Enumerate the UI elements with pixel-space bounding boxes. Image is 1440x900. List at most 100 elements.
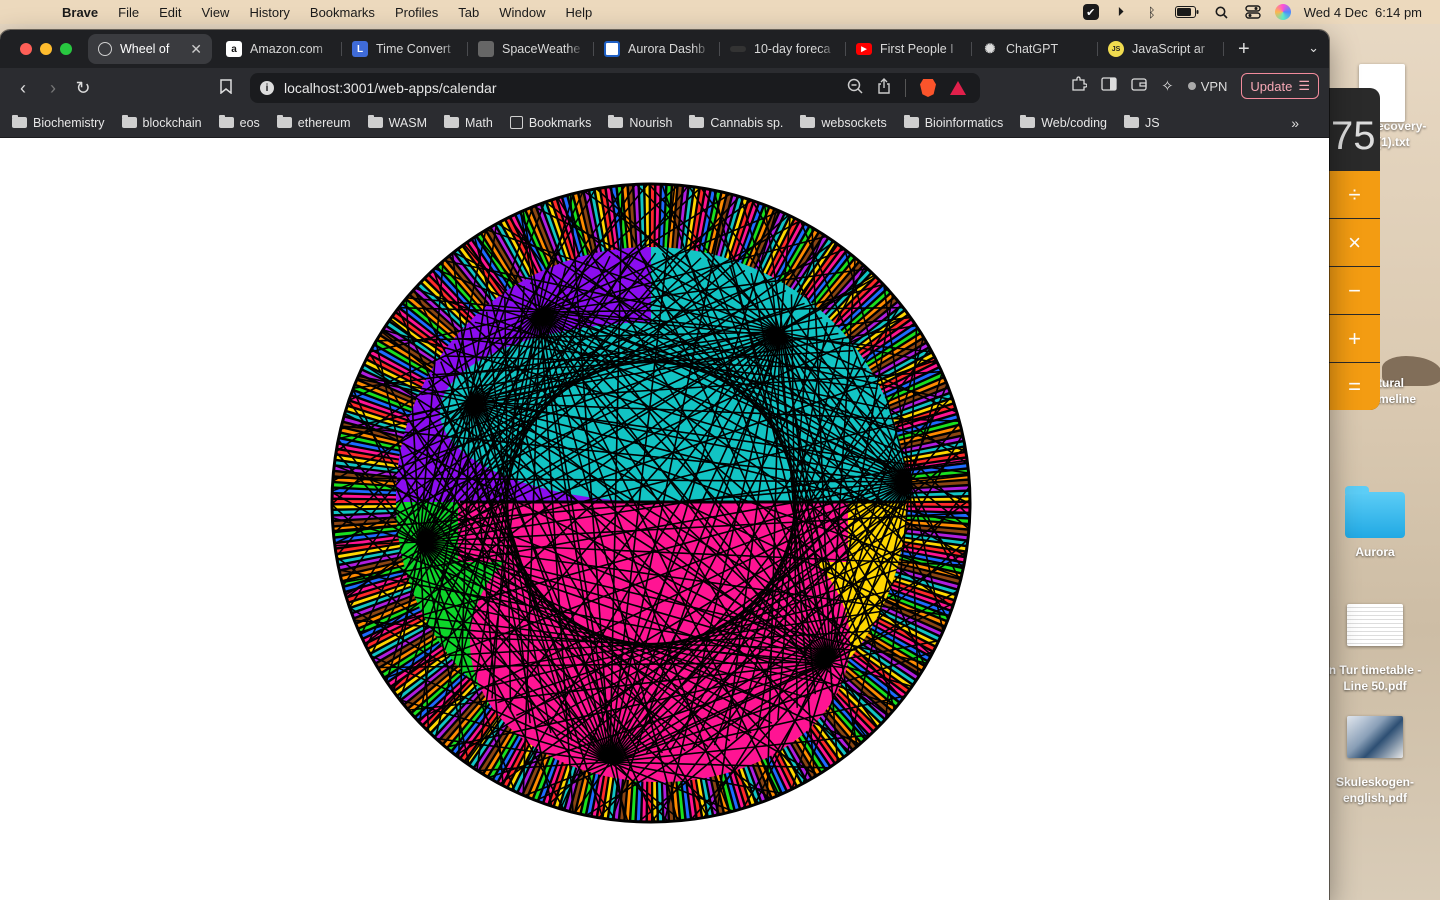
control-center-icon[interactable] xyxy=(1244,3,1262,21)
bookmark-folder-websockets[interactable]: websockets xyxy=(800,115,887,130)
menu-edit[interactable]: Edit xyxy=(149,5,191,20)
bookmark-label: Web/coding xyxy=(1041,115,1107,130)
bookmark-folder-wasm[interactable]: WASM xyxy=(367,115,427,130)
folder-icon xyxy=(367,115,383,128)
menu-bookmarks[interactable]: Bookmarks xyxy=(300,5,385,20)
tab-list-chevron-down-icon[interactable]: ⌄ xyxy=(1308,40,1319,56)
tab-aurora-dashboard[interactable]: Aurora Dashb xyxy=(594,34,720,64)
url-text[interactable]: localhost:3001/web-apps/calendar xyxy=(284,80,847,96)
tab-label: Time Convert xyxy=(376,42,451,56)
bookmark-folder-biochemistry[interactable]: Biochemistry xyxy=(12,115,105,130)
menu-window[interactable]: Window xyxy=(489,5,555,20)
bookmark-label: Cannabis sp. xyxy=(710,115,784,130)
web-page-content xyxy=(0,144,1329,900)
bookmark-folder-webcoding[interactable]: Web/coding xyxy=(1020,115,1107,130)
tab-label: JavaScript ar xyxy=(1132,42,1205,56)
folder-icon xyxy=(12,115,27,128)
close-tab-icon[interactable]: ✕ xyxy=(190,41,202,58)
minimize-window-button[interactable] xyxy=(40,43,52,55)
brave-shields-icon[interactable] xyxy=(920,79,936,97)
tab-wheel-of[interactable]: Wheel of ✕ xyxy=(88,34,212,64)
tab-amazon[interactable]: a Amazon.com xyxy=(216,34,342,64)
folder-icon xyxy=(903,115,919,128)
calculator-app[interactable]: 75 ÷ × − + = xyxy=(1329,88,1380,410)
share-icon[interactable] xyxy=(877,78,891,98)
bookmark-folder-eos[interactable]: eos xyxy=(218,115,260,130)
tab-chatgpt[interactable]: ✺ ChatGPT xyxy=(972,34,1098,64)
play-icon[interactable]: ⏵ xyxy=(1112,3,1130,21)
tab-time-converter[interactable]: L Time Convert xyxy=(342,34,468,64)
bookmark-folder-bioinformatics[interactable]: Bioinformatics xyxy=(903,115,1003,130)
brave-rewards-icon[interactable] xyxy=(950,81,966,95)
siri-icon[interactable] xyxy=(1274,4,1291,20)
update-menu-button[interactable]: Update ☰ xyxy=(1241,73,1319,99)
menu-help[interactable]: Help xyxy=(556,5,603,20)
wallet-icon[interactable] xyxy=(1131,77,1147,95)
bookmark-label: eos xyxy=(239,115,260,130)
desktop-file-timetable-pdf[interactable]: n Tur timetable - Line 50.pdf xyxy=(1320,604,1430,694)
battery-icon[interactable] xyxy=(1174,3,1200,21)
folder-icon xyxy=(121,115,137,128)
vpn-button[interactable]: VPN xyxy=(1187,78,1228,94)
back-arrow-icon[interactable]: ‹ xyxy=(8,78,38,99)
desktop-file-skuleskogen-pdf[interactable]: Skuleskogen- english.pdf xyxy=(1320,716,1430,806)
spotlight-search-icon[interactable] xyxy=(1213,3,1231,21)
menu-tab[interactable]: Tab xyxy=(448,5,489,20)
browser-window: Wheel of ✕ a Amazon.com L Time Convert S… xyxy=(0,30,1329,900)
zoom-window-button[interactable] xyxy=(60,43,72,55)
bookmark-folder-nourish[interactable]: Nourish xyxy=(608,115,672,130)
bookmark-folder-math[interactable]: Math xyxy=(444,115,493,130)
more-bookmarks-chevron-icon[interactable]: » xyxy=(1291,115,1299,131)
bookmark-bookmarks[interactable]: Bookmarks xyxy=(509,116,591,130)
tab-label: Amazon.com xyxy=(250,42,323,56)
bookmark-label: JS xyxy=(1145,115,1160,130)
tab-spaceweather[interactable]: SpaceWeathe xyxy=(468,34,594,64)
bookmark-folder-cannabis[interactable]: Cannabis sp. xyxy=(689,115,784,130)
sidebar-toggle-icon[interactable] xyxy=(1101,77,1117,95)
site-info-icon[interactable]: i xyxy=(260,81,274,95)
wheel-visualization[interactable] xyxy=(330,182,972,824)
bookmark-page-icon[interactable] xyxy=(220,79,232,99)
bookmark-folder-js[interactable]: JS xyxy=(1124,115,1160,130)
zoom-out-icon[interactable] xyxy=(847,78,863,98)
desktop-folder-aurora[interactable]: Aurora xyxy=(1320,486,1430,560)
calculator-subtract-button[interactable]: − xyxy=(1329,266,1380,314)
leo-ai-sparkle-icon[interactable]: ✧ xyxy=(1161,77,1174,95)
bluetooth-icon[interactable]: ᛒ xyxy=(1143,3,1161,21)
menu-view[interactable]: View xyxy=(192,5,240,20)
new-tab-plus-icon[interactable]: + xyxy=(1224,38,1264,61)
folder-icon xyxy=(800,115,816,128)
tab-label: Wheel of xyxy=(120,42,170,56)
tab-label: SpaceWeathe xyxy=(502,42,581,56)
menu-history[interactable]: History xyxy=(239,5,299,20)
aurora-favicon-icon xyxy=(604,41,620,57)
address-bar[interactable]: i localhost:3001/web-apps/calendar xyxy=(250,73,980,103)
folder-icon xyxy=(1345,486,1405,538)
menu-file[interactable]: File xyxy=(108,5,149,20)
vpn-label: VPN xyxy=(1200,78,1228,94)
menu-app-name[interactable]: Brave xyxy=(52,5,108,20)
calculator-divide-button[interactable]: ÷ xyxy=(1329,170,1380,218)
desktop-file-timeline[interactable]: tural meline xyxy=(1370,375,1440,407)
close-window-button[interactable] xyxy=(20,43,32,55)
checkmark-status-icon[interactable]: ✔ xyxy=(1082,4,1099,20)
update-label: Update xyxy=(1250,78,1293,94)
folder-icon xyxy=(608,115,624,128)
calculator-multiply-button[interactable]: × xyxy=(1329,218,1380,266)
pdf-file-icon xyxy=(1347,604,1403,646)
calculator-equals-button[interactable]: = xyxy=(1329,362,1380,410)
reload-icon[interactable]: ↻ xyxy=(68,78,98,99)
tab-javascript[interactable]: JS JavaScript ar xyxy=(1098,34,1224,64)
bookmark-folder-blockchain[interactable]: blockchain xyxy=(121,115,202,130)
javascript-favicon-icon: JS xyxy=(1108,41,1124,57)
forward-arrow-icon[interactable]: › xyxy=(38,78,68,99)
menu-datetime[interactable]: Wed 4 Dec 6:14 pm xyxy=(1304,5,1422,20)
tab-10-day-forecast[interactable]: 10-day foreca xyxy=(720,34,846,64)
extensions-puzzle-icon[interactable] xyxy=(1071,76,1088,96)
calculator-add-button[interactable]: + xyxy=(1329,314,1380,362)
pdf-file-icon xyxy=(1347,716,1403,758)
tab-bar: Wheel of ✕ a Amazon.com L Time Convert S… xyxy=(0,30,1329,68)
menu-profiles[interactable]: Profiles xyxy=(385,5,448,20)
tab-first-people[interactable]: ▶ First People I xyxy=(846,34,972,64)
bookmark-folder-ethereum[interactable]: ethereum xyxy=(276,115,351,130)
